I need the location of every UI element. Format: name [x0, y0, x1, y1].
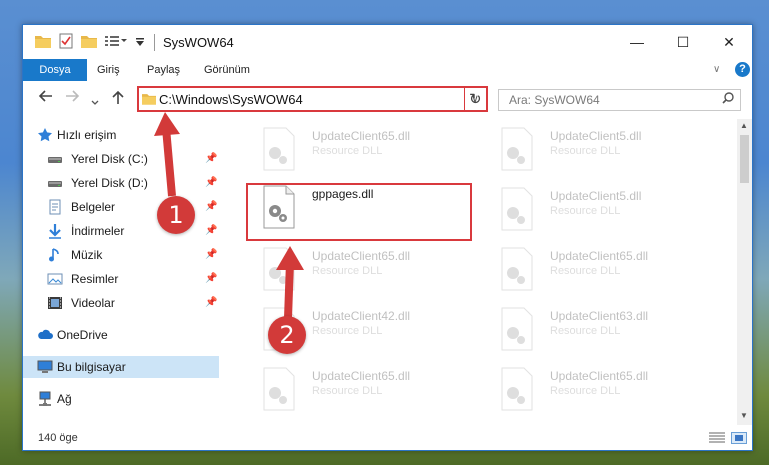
- step-1-badge: 1: [157, 196, 195, 234]
- annotation-arrows: [154, 112, 304, 319]
- step-2-badge: 2: [268, 316, 306, 354]
